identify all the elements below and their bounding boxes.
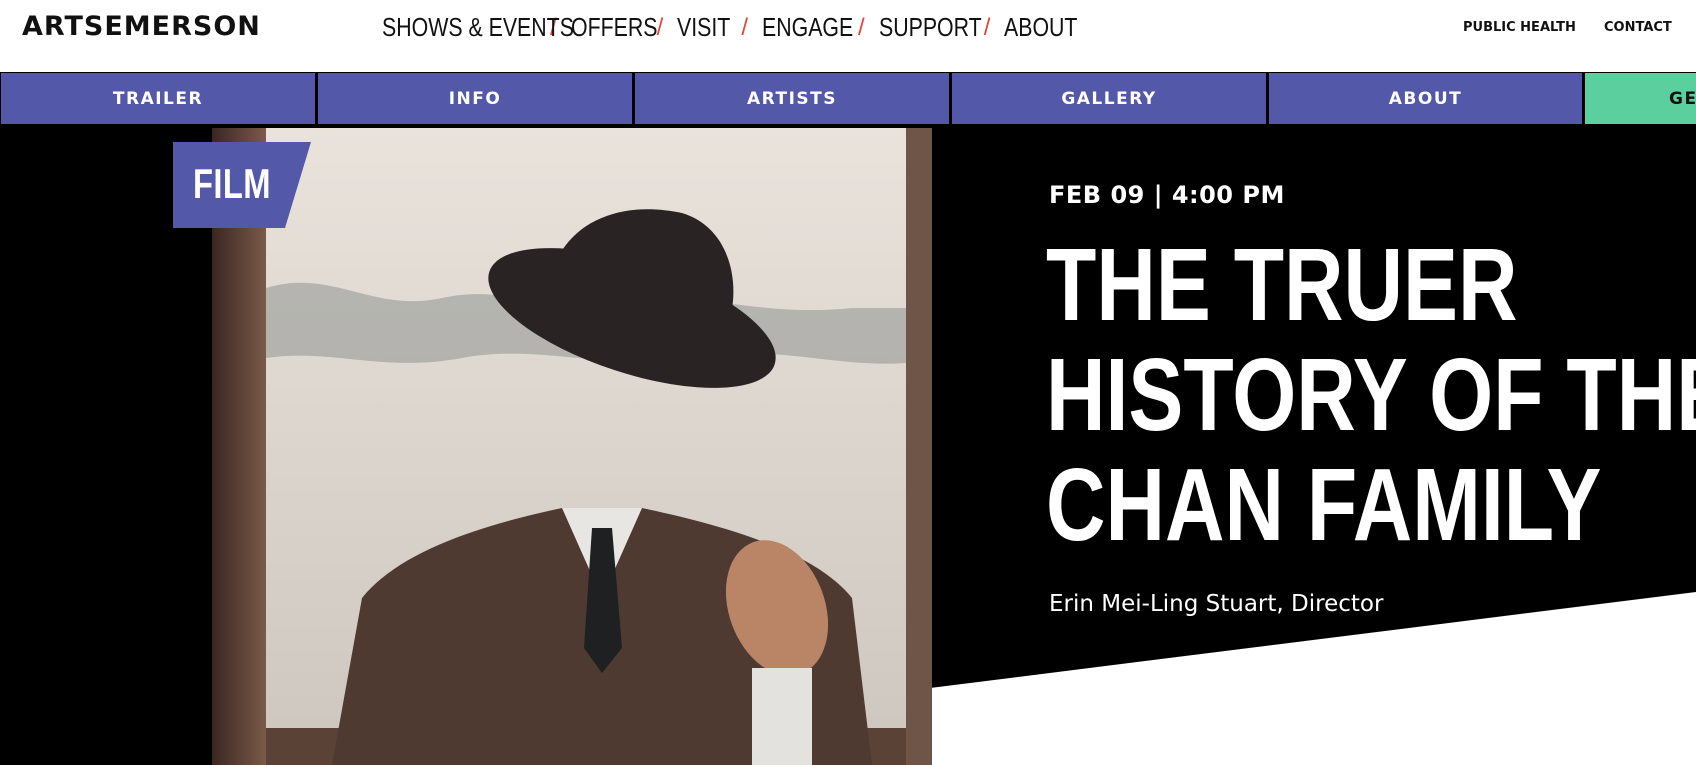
- category-tag-label: FILM: [193, 160, 271, 207]
- nav-item-offers[interactable]: OFFERS: [571, 12, 657, 43]
- nav-link-engage[interactable]: ENGAGE: [762, 12, 853, 43]
- nav-link-support[interactable]: SUPPORT: [879, 12, 982, 43]
- public-health-link[interactable]: PUBLIC HEALTH: [1463, 20, 1576, 35]
- event-hero-image: [212, 128, 932, 765]
- tab-trailer[interactable]: TRAILER: [1, 73, 315, 124]
- site-header: ARTSEMERSON SHOWS & EVENTS / OFFERS / VI…: [0, 0, 1696, 72]
- nav-item-support[interactable]: SUPPORT: [879, 12, 982, 43]
- tab-gallery-label: GALLERY: [1061, 88, 1157, 109]
- nav-item-visit[interactable]: VISIT: [677, 12, 735, 43]
- tab-info[interactable]: INFO: [318, 73, 632, 124]
- site-logo[interactable]: ARTSEMERSON: [22, 11, 261, 42]
- nav-separator: /: [741, 13, 749, 41]
- nav-link-visit[interactable]: VISIT: [677, 12, 730, 43]
- nav-item-engage[interactable]: ENGAGE: [762, 12, 853, 43]
- tab-trailer-label: TRAILER: [112, 88, 204, 109]
- nav-link-about[interactable]: ABOUT: [1004, 12, 1077, 43]
- nav-separator: /: [656, 13, 664, 41]
- tab-info-label: INFO: [448, 88, 502, 109]
- contact-link[interactable]: CONTACT: [1604, 20, 1672, 35]
- nav-link-offers[interactable]: OFFERS: [571, 12, 657, 43]
- tab-about-label: ABOUT: [1388, 88, 1463, 109]
- nav-link-shows-events[interactable]: SHOWS & EVENTS: [382, 12, 574, 43]
- event-credit: Erin Mei-Ling Stuart, Director: [1049, 591, 1384, 617]
- nav-separator: /: [983, 13, 991, 41]
- event-title-line: HISTORY OF THE: [1046, 337, 1696, 452]
- event-subnav: TRAILER INFO ARTISTS GALLERY ABOUT GE: [0, 72, 1696, 126]
- event-title-line: THE TRUER: [1046, 227, 1518, 342]
- nav-separator: /: [858, 13, 865, 41]
- event-title: THE TRUER HISTORY OF THE CHAN FAMILY: [1046, 227, 1696, 562]
- nav-item-about[interactable]: ABOUT: [1004, 12, 1084, 43]
- category-tag: FILM: [173, 142, 311, 228]
- tab-artists[interactable]: ARTISTS: [635, 73, 949, 124]
- event-title-line: CHAN FAMILY: [1046, 447, 1602, 562]
- tab-get-tickets-label: GE: [1669, 88, 1696, 109]
- event-hero: FILM FEB 09 | 4:00 PM THE TRUER HISTORY …: [0, 126, 1696, 765]
- tab-about[interactable]: ABOUT: [1269, 73, 1582, 124]
- nav-item-shows-events[interactable]: SHOWS & EVENTS: [382, 12, 574, 43]
- tab-gallery[interactable]: GALLERY: [952, 73, 1266, 124]
- tab-artists-label: ARTISTS: [747, 88, 837, 109]
- tab-get-tickets[interactable]: GE: [1585, 73, 1696, 124]
- event-date-time: FEB 09 | 4:00 PM: [1049, 181, 1285, 209]
- main-nav: SHOWS & EVENTS / OFFERS / VISIT / ENGAGE…: [382, 12, 1084, 43]
